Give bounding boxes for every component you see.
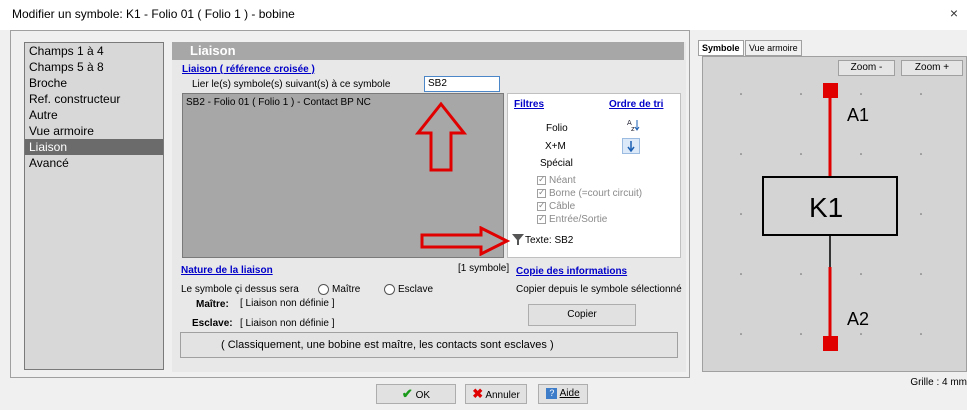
info-note: ( Classiquement, une bobine est maître, … bbox=[180, 332, 678, 358]
checkbox-cable[interactable] bbox=[537, 200, 546, 211]
check-label-entree-sortie: Entrée/Sortie bbox=[549, 214, 608, 225]
close-icon[interactable]: × bbox=[945, 4, 963, 22]
link-symbol-input[interactable]: SB2 bbox=[424, 76, 500, 92]
nature-prompt: Le symbole çi dessus sera bbox=[181, 284, 299, 295]
zoom-in-button[interactable]: Zoom + bbox=[901, 60, 963, 76]
sidebar-item-champs-1-4[interactable]: Champs 1 à 4 bbox=[25, 43, 163, 59]
cross-ref-title: Liaison ( référence croisée ) bbox=[182, 64, 315, 75]
checkbox-neant[interactable] bbox=[537, 174, 546, 185]
sidebar-item-broche[interactable]: Broche bbox=[25, 75, 163, 91]
master-radio[interactable] bbox=[318, 284, 329, 295]
right-arrow-annotation bbox=[420, 226, 511, 256]
cancel-label: Annuler bbox=[485, 390, 520, 401]
sidebar-item-liaison[interactable]: Liaison bbox=[25, 139, 163, 155]
filter-folio[interactable]: Folio bbox=[546, 123, 568, 134]
filter-panel bbox=[507, 93, 681, 258]
symbol-drawing: A1 K1 A2 bbox=[740, 83, 922, 351]
panel-heading-text: Liaison bbox=[190, 43, 236, 58]
help-label: Aide bbox=[559, 388, 580, 399]
category-list[interactable]: Champs 1 à 4 Champs 5 à 8 Broche Ref. co… bbox=[24, 42, 164, 370]
link-label: Lier le(s) symbole(s) suivant(s) à ce sy… bbox=[192, 79, 391, 90]
slave-value: [ Liaison non définie ] bbox=[240, 318, 335, 329]
check-icon: ✔ bbox=[401, 386, 413, 401]
grid-size-label: Grille : 4 mm bbox=[910, 377, 967, 388]
master-option-label[interactable]: Maître bbox=[332, 284, 360, 295]
slave-label: Esclave: bbox=[192, 318, 233, 329]
nature-title: Nature de la liaison bbox=[181, 265, 273, 276]
title-bar: Modifier un symbole: K1 - Folio 01 ( Fol… bbox=[0, 0, 967, 30]
sidebar-item-ref-constructeur[interactable]: Ref. constructeur bbox=[25, 91, 163, 107]
copy-title: Copie des informations bbox=[516, 266, 628, 277]
sidebar-item-avance[interactable]: Avancé bbox=[25, 155, 163, 171]
tab-symbole[interactable]: Symbole bbox=[698, 40, 744, 56]
filters-title: Filtres bbox=[514, 99, 545, 110]
window-title: Modifier un symbole: K1 - Folio 01 ( Fol… bbox=[12, 7, 295, 21]
zoom-out-button[interactable]: Zoom - bbox=[838, 60, 895, 76]
sidebar-item-vue-armoire[interactable]: Vue armoire bbox=[25, 123, 163, 139]
sort-az-icon[interactable]: A z bbox=[626, 117, 640, 133]
master-value: [ Liaison non définie ] bbox=[240, 298, 335, 309]
x-icon: ✖ bbox=[472, 386, 484, 401]
sidebar-item-champs-5-8[interactable]: Champs 5 à 8 bbox=[25, 59, 163, 75]
up-arrow-annotation bbox=[415, 101, 467, 172]
label-k1: K1 bbox=[809, 192, 843, 223]
checkbox-borne[interactable] bbox=[537, 187, 546, 198]
slave-option-label[interactable]: Esclave bbox=[398, 284, 433, 295]
text-filter-label: Texte: SB2 bbox=[525, 235, 574, 246]
sidebar-item-autre[interactable]: Autre bbox=[25, 107, 163, 123]
help-icon: ? bbox=[546, 387, 558, 399]
check-label-borne: Borne (=court circuit) bbox=[549, 188, 643, 199]
label-a2: A2 bbox=[847, 309, 869, 329]
master-label: Maître: bbox=[196, 299, 229, 310]
check-label-cable: Câble bbox=[549, 201, 576, 212]
sort-xm-button[interactable] bbox=[622, 138, 640, 154]
copy-button[interactable]: Copier bbox=[528, 304, 636, 326]
svg-text:z: z bbox=[631, 125, 635, 133]
sort-down-icon bbox=[627, 141, 635, 153]
slave-radio[interactable] bbox=[384, 284, 395, 295]
symbol-preview-canvas[interactable]: A1 K1 A2 bbox=[702, 56, 967, 372]
check-label-neant: Néant bbox=[549, 175, 576, 186]
filter-special[interactable]: Spécial bbox=[540, 158, 573, 169]
filter-xm[interactable]: X+M bbox=[545, 141, 566, 152]
sort-order-title: Ordre de tri bbox=[609, 99, 664, 110]
panel-heading: Liaison bbox=[172, 42, 684, 60]
list-item[interactable]: SB2 - Folio 01 ( Folio 1 ) - Contact BP … bbox=[186, 97, 371, 108]
copy-desc: Copier depuis le symbole sélectionné bbox=[516, 284, 682, 295]
ok-button[interactable]: ✔ OK bbox=[376, 384, 456, 404]
help-button[interactable]: ? Aide bbox=[538, 384, 588, 404]
funnel-icon bbox=[512, 234, 524, 245]
checkbox-entree-sortie[interactable] bbox=[537, 213, 546, 224]
tab-vue-armoire[interactable]: Vue armoire bbox=[745, 40, 802, 56]
ok-label: OK bbox=[415, 390, 431, 401]
symbol-count: [1 symbole] bbox=[458, 263, 510, 274]
label-a1: A1 bbox=[847, 105, 869, 125]
cancel-button[interactable]: ✖ Annuler bbox=[465, 384, 527, 404]
